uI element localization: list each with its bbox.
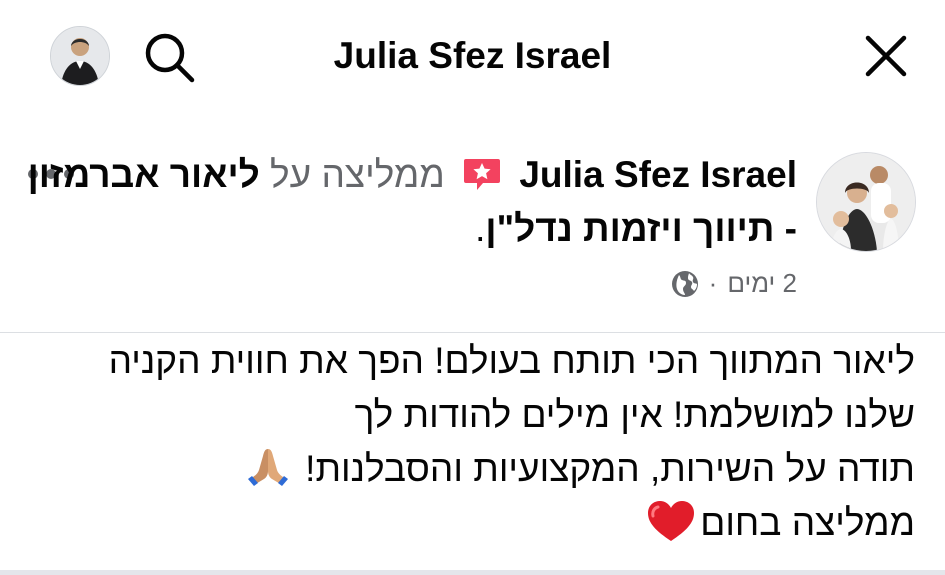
post-body-line: שלנו למושלמת! אין מילים להודות לך xyxy=(354,394,915,435)
folded-hands-icon xyxy=(245,445,291,487)
bottom-separator xyxy=(0,570,945,575)
post-body-line: ליאור המתווך הכי תותח בעולם! הפך את חווי… xyxy=(108,340,915,381)
meta-separator: · xyxy=(708,268,718,298)
red-heart-icon xyxy=(646,499,696,543)
post-time[interactable]: 2 ימים xyxy=(727,268,797,299)
user-avatar-icon[interactable] xyxy=(50,26,110,86)
post-body-line: תודה על השירות, המקצועיות והסבלנות! xyxy=(15,442,915,496)
author-name-link[interactable]: Julia Sfez Israel xyxy=(519,154,797,195)
headline-period: . xyxy=(475,208,486,249)
recommends-label: ממליצה על xyxy=(270,154,445,195)
post-headline: Julia Sfez Israel ממליצה על ליאור אברמזו… xyxy=(27,148,797,256)
author-avatar[interactable] xyxy=(816,152,916,252)
top-bar: Julia Sfez Israel xyxy=(0,0,945,115)
post-body-line: ממליצה בחום xyxy=(15,496,915,550)
search-icon[interactable] xyxy=(140,28,198,86)
globe-icon xyxy=(671,270,699,298)
page-title: Julia Sfez Israel xyxy=(333,35,612,76)
recommend-badge-icon xyxy=(463,152,501,190)
post-body: ליאור המתווך הכי תותח בעולם! הפך את חווי… xyxy=(15,334,915,550)
close-icon[interactable] xyxy=(862,32,910,80)
divider xyxy=(0,332,945,333)
post-meta: 2 ימים · xyxy=(671,268,797,299)
